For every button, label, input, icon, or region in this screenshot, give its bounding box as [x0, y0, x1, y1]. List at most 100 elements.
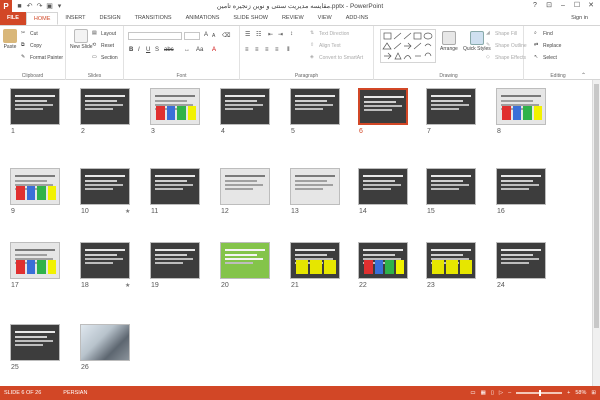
- tab-transitions[interactable]: TRANSITIONS: [128, 12, 179, 25]
- minimize-icon[interactable]: –: [556, 0, 570, 12]
- paste-button[interactable]: Paste: [3, 29, 17, 50]
- columns-icon[interactable]: ⫴: [287, 47, 290, 54]
- zoom-slider[interactable]: [516, 390, 563, 396]
- zoom-level[interactable]: 58%: [575, 390, 586, 396]
- tab-design[interactable]: DESIGN: [93, 12, 128, 25]
- tab-animations[interactable]: ANIMATIONS: [179, 12, 227, 25]
- tab-home[interactable]: HOME: [25, 12, 59, 25]
- new-slide-button[interactable]: New Slide: [70, 29, 93, 50]
- slide-thumbnail[interactable]: [220, 242, 270, 279]
- slide-thumbnail[interactable]: [150, 88, 200, 125]
- layout-button[interactable]: ▤ Layout: [92, 30, 116, 37]
- tab-insert[interactable]: INSERT: [58, 12, 92, 25]
- select-button[interactable]: ↖ Select: [534, 54, 557, 61]
- section-button[interactable]: ▭ Section: [92, 54, 118, 61]
- find-button[interactable]: ⌕ Find: [534, 30, 553, 37]
- format-painter-button[interactable]: ✎ Format Painter: [21, 54, 63, 61]
- slide-thumbnail[interactable]: [10, 88, 60, 125]
- tab-file[interactable]: FILE: [0, 12, 26, 25]
- line-spacing-icon[interactable]: ↕: [290, 31, 293, 37]
- slide-thumbnail[interactable]: [496, 88, 546, 125]
- decrease-font-icon[interactable]: A: [212, 33, 215, 39]
- zoom-out-icon[interactable]: –: [508, 390, 511, 396]
- align-text-button[interactable]: ⇳ Align Text: [310, 42, 341, 49]
- character-spacing-icon[interactable]: ↔: [184, 47, 190, 53]
- tab-slide-show[interactable]: SLIDE SHOW: [226, 12, 275, 25]
- zoom-slider-thumb[interactable]: [539, 390, 542, 396]
- underline-button[interactable]: U: [146, 47, 150, 53]
- help-icon[interactable]: ?: [528, 0, 542, 12]
- numbering-icon[interactable]: ☷: [256, 31, 261, 38]
- slide-thumbnail[interactable]: [426, 242, 476, 279]
- clear-formatting-icon[interactable]: ⌫: [222, 32, 230, 39]
- close-icon[interactable]: ✕: [584, 0, 598, 12]
- replace-button[interactable]: ⇄ Replace: [534, 42, 561, 49]
- collapse-ribbon-icon[interactable]: ⌃: [581, 72, 586, 79]
- tab-view[interactable]: VIEW: [311, 12, 339, 25]
- slide-thumbnail[interactable]: [496, 168, 546, 205]
- slide-thumbnail[interactable]: [10, 168, 60, 205]
- text-direction-button[interactable]: ⇅ Text Direction: [310, 30, 349, 37]
- slide-thumbnail[interactable]: [80, 324, 130, 361]
- animation-star-icon[interactable]: ★: [125, 208, 130, 215]
- font-size-input[interactable]: [184, 32, 200, 40]
- italic-button[interactable]: I: [138, 47, 140, 53]
- font-color-icon[interactable]: A: [212, 47, 216, 53]
- maximize-icon[interactable]: ☐: [570, 0, 584, 12]
- slide-thumbnail[interactable]: [10, 324, 60, 361]
- slide-thumbnail[interactable]: [290, 88, 340, 125]
- increase-font-icon[interactable]: A: [204, 32, 208, 38]
- reading-view-icon[interactable]: ▯: [491, 390, 494, 396]
- shapes-gallery[interactable]: [380, 29, 436, 63]
- slide-thumbnail[interactable]: [80, 168, 130, 205]
- shape-effects-button[interactable]: ◇ Shape Effects: [486, 54, 526, 61]
- slide-thumbnail[interactable]: [358, 242, 408, 279]
- increase-indent-icon[interactable]: ⇥: [278, 31, 283, 38]
- vertical-scrollbar[interactable]: [592, 80, 600, 386]
- slideshow-view-icon[interactable]: ▷: [499, 390, 503, 396]
- arrange-button[interactable]: Arrange: [440, 31, 458, 52]
- slide-thumbnail[interactable]: [496, 242, 546, 279]
- justify-icon[interactable]: ≡: [275, 47, 279, 53]
- tab-review[interactable]: REVIEW: [275, 12, 311, 25]
- slide-thumbnail[interactable]: [10, 242, 60, 279]
- slide-thumbnail[interactable]: [426, 88, 476, 125]
- change-case-icon[interactable]: Aa: [196, 47, 203, 53]
- slide-thumbnail[interactable]: [150, 168, 200, 205]
- reset-button[interactable]: ⟲ Reset: [92, 42, 114, 49]
- shadow-button[interactable]: S: [155, 47, 159, 53]
- cut-button[interactable]: ✂ Cut: [21, 30, 38, 37]
- slide-thumbnail[interactable]: [358, 168, 408, 205]
- align-left-icon[interactable]: ≡: [245, 47, 249, 53]
- font-name-input[interactable]: [128, 32, 182, 40]
- convert-to-smartart-button[interactable]: ◈ Convert to SmartArt: [310, 54, 363, 61]
- sign-in-link[interactable]: Sign in: [571, 15, 588, 21]
- copy-button[interactable]: ⧉ Copy: [21, 42, 42, 49]
- normal-view-icon[interactable]: ▭: [470, 390, 475, 396]
- slide-thumbnail[interactable]: [150, 242, 200, 279]
- zoom-in-icon[interactable]: +: [567, 390, 570, 396]
- tab-add-ins[interactable]: ADD-INS: [339, 12, 376, 25]
- shape-fill-button[interactable]: ◢ Shape Fill: [486, 30, 517, 37]
- slide-thumbnail[interactable]: [80, 242, 130, 279]
- slide-thumbnail[interactable]: [290, 168, 340, 205]
- align-right-icon[interactable]: ≡: [265, 47, 269, 53]
- language-status[interactable]: PERSIAN: [63, 390, 87, 396]
- align-center-icon[interactable]: ≡: [255, 47, 259, 53]
- slide-thumbnail[interactable]: [426, 168, 476, 205]
- slide-thumbnail[interactable]: [358, 88, 408, 125]
- ribbon-display-options-icon[interactable]: ⊡: [542, 0, 556, 12]
- slide-thumbnail[interactable]: [290, 242, 340, 279]
- slide-thumbnail[interactable]: [80, 88, 130, 125]
- slide-thumbnail[interactable]: [220, 88, 270, 125]
- fit-to-window-icon[interactable]: ⊞: [591, 390, 596, 396]
- slide-thumbnail[interactable]: [220, 168, 270, 205]
- shape-outline-button[interactable]: ✎ Shape Outline: [486, 42, 527, 49]
- bullets-icon[interactable]: ☰: [245, 31, 250, 38]
- decrease-indent-icon[interactable]: ⇤: [268, 31, 273, 38]
- bold-button[interactable]: B: [129, 47, 133, 53]
- strikethrough-button[interactable]: abc: [164, 47, 174, 53]
- slide-sorter-view-icon[interactable]: ▦: [481, 390, 486, 396]
- animation-star-icon[interactable]: ★: [125, 282, 130, 289]
- scrollbar-thumb[interactable]: [594, 84, 599, 328]
